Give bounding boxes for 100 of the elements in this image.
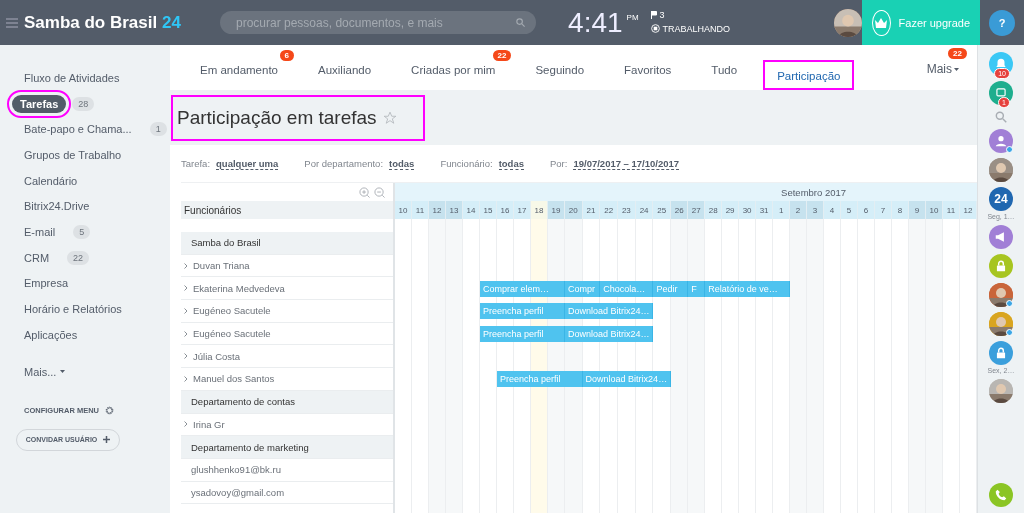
filter-value[interactable]: todas — [498, 157, 524, 170]
menu-icon[interactable] — [6, 17, 18, 28]
clock-period: PM — [626, 12, 639, 22]
chevron-icon[interactable] — [184, 330, 188, 337]
sidebar-item[interactable]: Grupos de Trabalho — [12, 148, 134, 161]
plus-icon — [103, 436, 111, 444]
filter-label: Por departamento: — [304, 157, 384, 170]
count-badge: 22 — [67, 250, 90, 265]
count-badge: 5 — [73, 224, 91, 239]
contact-circle[interactable] — [989, 225, 1013, 249]
call-button[interactable] — [989, 483, 1013, 507]
search-icon[interactable] — [515, 17, 527, 28]
count-badge: 28 — [72, 96, 95, 111]
chevron-icon[interactable] — [184, 375, 188, 382]
lock-icon — [994, 346, 1008, 360]
employee-name: glushhenko91@bk.ru — [191, 464, 281, 476]
day-label: 7 — [875, 201, 893, 219]
tab[interactable]: Tudo — [699, 64, 750, 90]
day-label: 22 — [600, 201, 618, 219]
flag-count[interactable]: 3 — [650, 9, 731, 20]
day-label: 26 — [671, 201, 689, 219]
chevron-icon[interactable] — [184, 285, 188, 292]
day-label: 9 — [909, 201, 926, 219]
group-name: Departamento de contas — [191, 396, 296, 408]
search-icon[interactable] — [994, 110, 1008, 124]
day-label: 11 — [943, 201, 960, 219]
contact-avatar[interactable] — [989, 283, 1013, 307]
more-menu[interactable]: Mais... — [12, 347, 170, 382]
star-icon[interactable] — [382, 110, 397, 125]
chevron-icon[interactable] — [184, 353, 188, 360]
tab[interactable]: Auxiliando — [306, 64, 384, 90]
sidebar-item[interactable]: CRM — [12, 251, 62, 264]
employee-name: ysadovoy@gmail.com — [191, 486, 285, 498]
sidebar-item[interactable]: Bitrix24.Drive — [12, 200, 102, 213]
contact-circle[interactable] — [989, 254, 1013, 278]
employee-name: Manuel dos Santos — [193, 373, 275, 385]
work-status[interactable]: TRABALHANDO — [650, 23, 731, 34]
user-icon — [994, 134, 1008, 148]
chevron-icon[interactable] — [184, 421, 188, 428]
sidebar-item[interactable]: Bate-papo e Chama... — [12, 123, 144, 136]
employee-name: Irina Gr — [193, 418, 225, 430]
day-label: 31 — [756, 201, 774, 219]
sidebar-item[interactable]: E-mail — [12, 225, 68, 238]
employee-name: Júlia Costa — [193, 350, 240, 362]
group-name: Departamento de marketing — [191, 441, 309, 453]
group-name: Samba do Brasil — [191, 237, 261, 249]
contact-circle[interactable] — [989, 129, 1013, 153]
day-label: 23 — [618, 201, 636, 219]
filter-value[interactable]: 19/07/2017 – 17/10/2017 — [573, 157, 680, 170]
status-icon — [650, 24, 660, 33]
day-label: 12 — [960, 201, 977, 219]
chevron-icon[interactable] — [184, 262, 188, 269]
user-avatar[interactable] — [834, 8, 863, 37]
contact-avatar[interactable] — [989, 312, 1013, 336]
day-label: 10 — [926, 201, 943, 219]
count-badge: 22 — [948, 48, 967, 59]
day-label: 8 — [892, 201, 910, 219]
sidebar-item[interactable]: Fluxo de Atividades — [12, 71, 132, 84]
month-label: Setembro 2017 — [780, 186, 848, 198]
contact-circle[interactable] — [989, 341, 1013, 365]
column-header: Funcionários — [181, 201, 393, 219]
lock-icon — [994, 259, 1008, 273]
clock-time: 4:41 — [568, 6, 623, 39]
chat-icon — [994, 86, 1008, 100]
employee-name: Eugéneo Sacutele — [193, 328, 271, 340]
filter-label: Por: — [550, 157, 568, 170]
zoom-out-icon[interactable] — [374, 186, 385, 198]
day-label: 3 — [807, 201, 825, 219]
sidebar-item[interactable]: Horário e Relatórios — [12, 303, 134, 316]
sidebar-item[interactable]: Calendário — [12, 174, 90, 187]
search-field[interactable]: procurar pessoas, documentos, e mais — [220, 11, 537, 34]
day-label: 5 — [841, 201, 859, 219]
contact-avatar[interactable] — [989, 379, 1013, 403]
day-label: 29 — [722, 201, 740, 219]
contact-avatar[interactable] — [989, 158, 1013, 182]
filter-value[interactable]: qualquer uma — [216, 157, 279, 170]
count-badge: 22 — [492, 50, 512, 61]
caret-icon — [60, 370, 66, 374]
tab[interactable]: Seguindo — [523, 64, 597, 90]
chat-button[interactable] — [989, 81, 1013, 105]
chevron-icon[interactable] — [184, 307, 188, 314]
day-label: 28 — [705, 201, 723, 219]
day-label: 27 — [688, 201, 706, 219]
contact-logo[interactable]: 24 — [989, 187, 1013, 211]
zoom-in-icon[interactable] — [359, 186, 370, 198]
settings-icon — [105, 405, 114, 415]
sidebar-item[interactable]: Aplicações — [12, 328, 90, 341]
tab[interactable]: Participação — [765, 62, 853, 88]
brand-logo[interactable]: Samba do Brasil 24 — [24, 12, 181, 33]
sidebar-item[interactable]: Empresa — [12, 277, 81, 290]
employee-name: Duvan Triana — [193, 260, 250, 272]
caret-icon — [954, 67, 959, 71]
count-badge: 1 — [149, 122, 167, 137]
flag-icon — [650, 10, 657, 19]
filter-value[interactable]: todas — [389, 157, 415, 170]
filter-label: Tarefa: — [181, 157, 211, 170]
day-label: 6 — [858, 201, 876, 219]
tab[interactable]: Favoritos — [612, 64, 684, 90]
day-label: 25 — [653, 201, 672, 219]
phone-icon — [994, 488, 1008, 502]
